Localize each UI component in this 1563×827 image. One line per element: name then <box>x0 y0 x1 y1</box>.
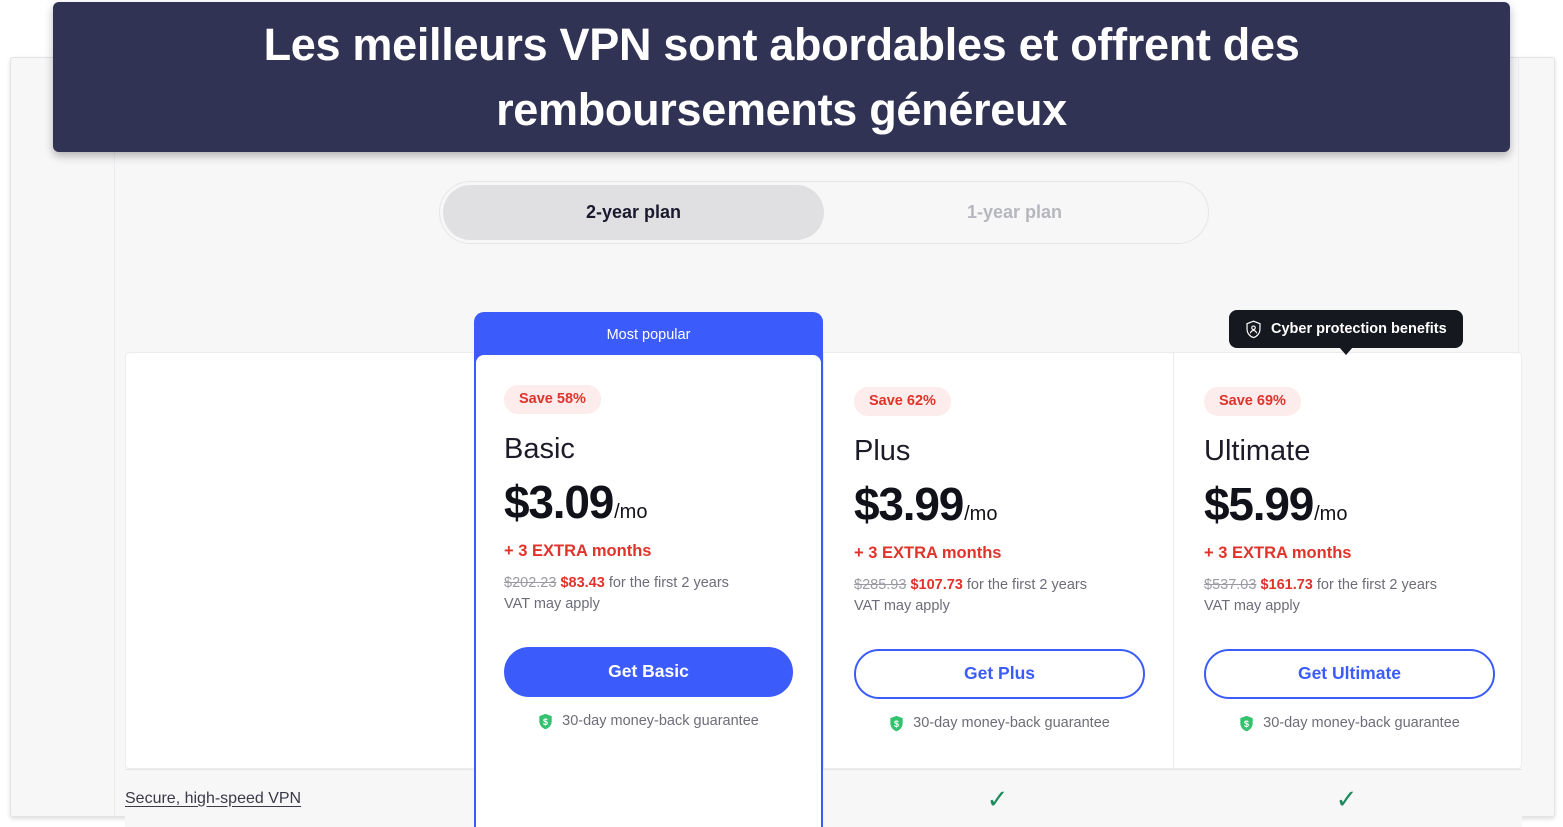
shield-dollar-icon: $ <box>1239 715 1254 732</box>
svg-text:$: $ <box>543 717 548 727</box>
most-popular-ribbon: Most popular <box>606 326 691 343</box>
extra-months-plus: + 3 EXTRA months <box>854 543 1002 562</box>
plan-card-plus: Save 62% Plus $3.99 /mo + 3 EXTRA months… <box>826 353 1173 770</box>
old-price-ultimate: $537.03 <box>1204 576 1257 593</box>
tooltip-arrow <box>1338 347 1353 355</box>
new-price-basic: $83.43 <box>560 574 605 591</box>
plan-period-toggle[interactable]: 2-year plan 1-year plan <box>439 181 1209 244</box>
save-badge-plus: Save 62% <box>854 387 951 416</box>
headline-banner: Les meilleurs VPN sont abordables et off… <box>53 2 1510 152</box>
pricing-table: Save 62% Plus $3.99 /mo + 3 EXTRA months… <box>125 352 1522 769</box>
fineprint-ultimate: $537.03 $161.73 for the first 2 years VA… <box>1204 575 1495 618</box>
vat-note-plus: VAT may apply <box>854 598 950 615</box>
guarantee-label-basic: 30-day money-back guarantee <box>562 713 759 730</box>
feature-check-plus: ✓ <box>986 783 1009 814</box>
shield-user-icon <box>1245 320 1262 339</box>
plan-name-plus: Plus <box>854 434 911 467</box>
guarantee-plus: $ 30-day money-back guarantee <box>854 715 1145 732</box>
guarantee-basic: $ 30-day money-back guarantee <box>504 713 793 730</box>
cyber-protection-tooltip: Cyber protection benefits <box>1229 310 1463 355</box>
feature-check-ultimate: ✓ <box>1335 783 1358 814</box>
shield-dollar-icon: $ <box>538 713 553 730</box>
term-text-ultimate: for the first 2 years <box>1316 576 1437 593</box>
new-price-ultimate: $161.73 <box>1260 576 1313 593</box>
fineprint-plus: $285.93 $107.73 for the first 2 years VA… <box>854 575 1145 618</box>
toggle-option-2-year[interactable]: 2-year plan <box>443 185 824 240</box>
save-badge-ultimate: Save 69% <box>1204 387 1301 416</box>
get-plus-button[interactable]: Get Plus <box>854 648 1145 699</box>
svg-text:$: $ <box>1244 719 1249 729</box>
extra-months-basic: + 3 EXTRA months <box>504 541 652 560</box>
svg-text:$: $ <box>894 719 899 729</box>
feature-label-secure-vpn[interactable]: Secure, high-speed VPN <box>125 770 301 827</box>
price-amount-ultimate: $5.99 <box>1204 477 1314 530</box>
guarantee-label-ultimate: 30-day money-back guarantee <box>1263 715 1460 732</box>
term-text-plus: for the first 2 years <box>966 576 1087 593</box>
guarantee-ultimate: $ 30-day money-back guarantee <box>1204 715 1495 732</box>
price-row-basic: $3.09 /mo <box>504 479 793 525</box>
fineprint-basic: $202.23 $83.43 for the first 2 years VAT… <box>504 573 793 616</box>
shield-dollar-icon: $ <box>889 715 904 732</box>
toggle-option-1-year[interactable]: 1-year plan <box>824 185 1205 240</box>
new-price-plus: $107.73 <box>910 576 963 593</box>
column-divider-1 <box>823 353 824 768</box>
price-row-ultimate: $5.99 /mo <box>1204 481 1495 527</box>
vat-note-basic: VAT may apply <box>504 596 600 613</box>
extra-months-ultimate: + 3 EXTRA months <box>1204 543 1352 562</box>
save-badge-basic: Save 58% <box>504 385 601 414</box>
plan-name-basic: Basic <box>504 432 575 465</box>
browser-viewport: Les meilleurs VPN sont abordables et off… <box>0 0 1563 827</box>
plan-card-basic-body: Save 58% Basic $3.09 /mo + 3 EXTRA month… <box>476 355 821 827</box>
feature-comparison-row: Secure, high-speed VPN ✓ ✓ ✓ <box>125 769 1522 827</box>
price-amount-plus: $3.99 <box>854 477 964 530</box>
old-price-plus: $285.93 <box>854 576 907 593</box>
term-text-basic: for the first 2 years <box>608 574 729 591</box>
get-basic-button[interactable]: Get Basic <box>504 646 793 697</box>
plan-card-basic-featured: Most popular Save 58% Basic $3.09 /mo + … <box>474 312 823 827</box>
plan-name-ultimate: Ultimate <box>1204 434 1311 467</box>
old-price-basic: $202.23 <box>504 574 557 591</box>
guarantee-label-plus: 30-day money-back guarantee <box>913 715 1110 732</box>
get-ultimate-button[interactable]: Get Ultimate <box>1204 648 1495 699</box>
price-period-plus: /mo <box>964 502 998 525</box>
headline-text: Les meilleurs VPN sont abordables et off… <box>263 18 1300 135</box>
panel-gutter-line-left <box>114 58 115 816</box>
price-row-plus: $3.99 /mo <box>854 481 1145 527</box>
plan-card-ultimate: Save 69% Ultimate $5.99 /mo + 3 EXTRA mo… <box>1176 353 1523 770</box>
tooltip-label: Cyber protection benefits <box>1271 321 1447 337</box>
price-amount-basic: $3.09 <box>504 475 614 528</box>
vat-note-ultimate: VAT may apply <box>1204 598 1300 615</box>
column-divider-2 <box>1173 353 1174 768</box>
price-period-basic: /mo <box>614 500 648 523</box>
price-period-ultimate: /mo <box>1314 502 1348 525</box>
